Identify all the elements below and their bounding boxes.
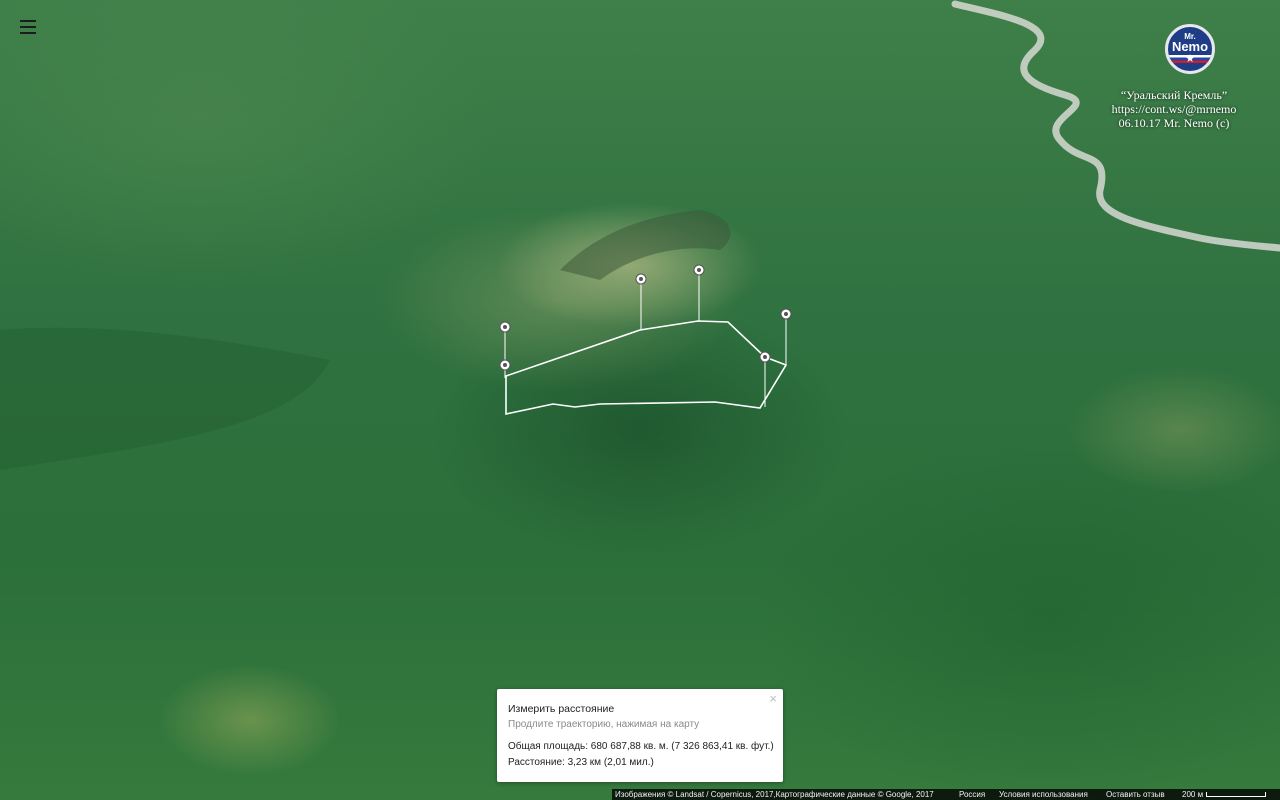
- map-overlay: [0, 0, 1280, 470]
- measured-area-outline: [505, 320, 788, 415]
- watermark-url: https://cont.ws/@mrnemo: [1111, 102, 1237, 116]
- scale-label[interactable]: 200 м: [1182, 789, 1203, 800]
- logo-text-nemo: Nemo: [1171, 39, 1209, 54]
- valley-shadow: [0, 327, 330, 470]
- terms-link[interactable]: Условия использования: [999, 789, 1088, 800]
- watermark-title: “Уральский Кремль”: [1120, 88, 1228, 102]
- watermark-date: 06.10.17 Mr. Nemo (c): [1118, 116, 1230, 130]
- author-logo: Mr. Nemo ★: [1165, 24, 1215, 74]
- measure-pins: [504, 270, 787, 407]
- panel-hint: Продлите траекторию, нажимая на карту: [508, 719, 700, 730]
- measure-distance-panel: × Измерить расстояние Продлите траектори…: [497, 689, 783, 782]
- menu-line: [20, 20, 36, 22]
- author-watermark: “Уральский Кремль” https://cont.ws/@mrne…: [1094, 88, 1254, 130]
- map-footer: Изображения © Landsat / Copernicus, 2017…: [612, 789, 1280, 800]
- scale-bar: [1206, 792, 1266, 797]
- menu-line: [20, 26, 36, 28]
- ridge-shadow: [560, 210, 731, 280]
- hamburger-menu-icon[interactable]: [20, 20, 40, 36]
- panel-title: Измерить расстояние: [508, 703, 615, 715]
- total-area: Общая площадь: 680 687,88 кв. м. (7 326 …: [508, 741, 774, 752]
- imagery-credit: Изображения © Landsat / Copernicus, 2017…: [615, 790, 934, 799]
- total-distance: Расстояние: 3,23 км (2,01 мил.): [508, 757, 654, 768]
- menu-line: [20, 32, 36, 34]
- star-icon: ★: [1185, 53, 1195, 65]
- feedback-link[interactable]: Оставить отзыв: [1106, 789, 1165, 800]
- close-icon[interactable]: ×: [769, 691, 777, 706]
- satellite-map[interactable]: [0, 0, 1280, 800]
- region-link[interactable]: Россия: [959, 789, 985, 800]
